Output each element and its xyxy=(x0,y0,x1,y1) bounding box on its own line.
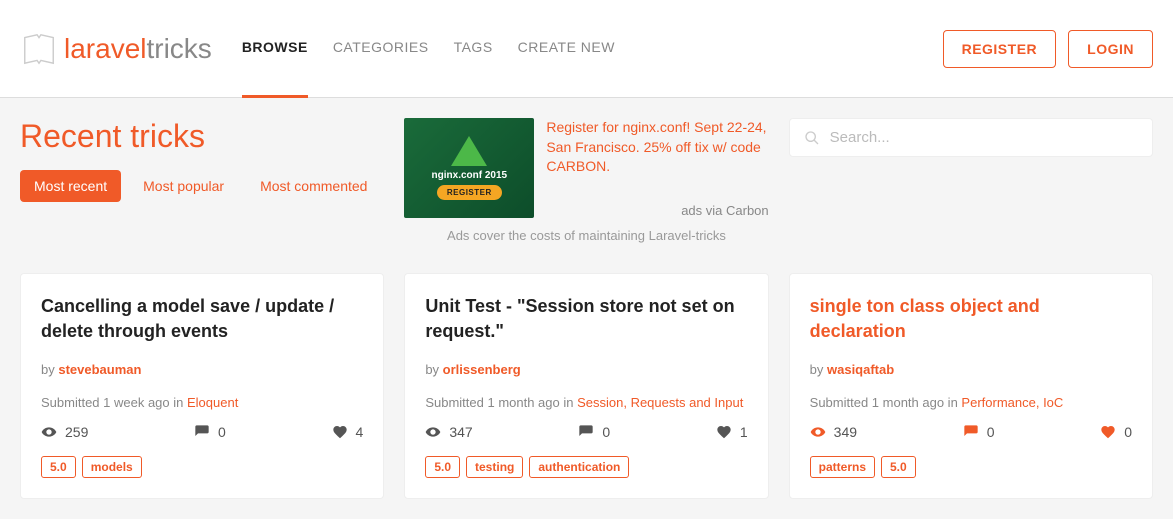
ad-link-text[interactable]: Register for nginx.conf! Sept 22-24, San… xyxy=(546,118,768,177)
likes-stat: 0 xyxy=(1100,424,1132,440)
ad-block[interactable]: nginx.conf 2015 REGISTER Register for ng… xyxy=(404,118,768,218)
comments-stat: 0 xyxy=(194,424,226,440)
ad-conf-text: nginx.conf 2015 xyxy=(432,170,508,181)
ad-via-text[interactable]: ads via Carbon xyxy=(546,203,768,218)
cards-grid: Cancelling a model save / update / delet… xyxy=(20,273,1153,499)
filter-most-commented[interactable]: Most commented xyxy=(246,170,381,202)
tag[interactable]: 5.0 xyxy=(41,456,76,478)
trick-card[interactable]: Unit Test - "Session store not set on re… xyxy=(404,273,768,499)
filter-tabs: Most recent Most popular Most commented xyxy=(20,170,384,202)
trick-card[interactable]: Cancelling a model save / update / delet… xyxy=(20,273,384,499)
comment-icon xyxy=(194,424,210,440)
header-right: REGISTER LOGIN xyxy=(943,30,1153,68)
card-author-line: by orlissenberg xyxy=(425,362,747,377)
card-stats: 259 0 4 xyxy=(41,424,363,440)
logo-main: laravel xyxy=(64,33,146,65)
views-stat: 347 xyxy=(425,424,472,440)
card-category[interactable]: Eloquent xyxy=(187,395,238,410)
logo-sub: tricks xyxy=(146,33,211,65)
nav-categories[interactable]: CATEGORIES xyxy=(333,0,429,98)
logo[interactable]: laraveltricks xyxy=(20,30,212,68)
card-stats: 347 0 1 xyxy=(425,424,747,440)
card-stats: 349 0 0 xyxy=(810,424,1132,440)
comments-stat: 0 xyxy=(963,424,995,440)
book-icon xyxy=(20,30,58,68)
main-container: Recent tricks Most recent Most popular M… xyxy=(0,98,1173,519)
comments-stat: 0 xyxy=(578,424,610,440)
header: laraveltricks BROWSE CATEGORIES TAGS CRE… xyxy=(0,0,1173,98)
search-icon xyxy=(804,130,820,146)
heart-icon xyxy=(1100,424,1116,440)
search-input[interactable] xyxy=(830,129,1138,146)
login-button[interactable]: LOGIN xyxy=(1068,30,1153,68)
search-box[interactable] xyxy=(789,118,1153,157)
ad-section: nginx.conf 2015 REGISTER Register for ng… xyxy=(404,118,768,243)
tag[interactable]: authentication xyxy=(529,456,629,478)
tag[interactable]: patterns xyxy=(810,456,875,478)
page-title: Recent tricks xyxy=(20,118,384,155)
eye-icon xyxy=(41,424,57,440)
views-stat: 349 xyxy=(810,424,857,440)
eye-icon xyxy=(810,424,826,440)
tag[interactable]: testing xyxy=(466,456,523,478)
main-nav: BROWSE CATEGORIES TAGS CREATE NEW xyxy=(242,0,615,98)
filter-most-popular[interactable]: Most popular xyxy=(129,170,238,202)
likes-stat: 4 xyxy=(332,424,364,440)
nav-tags[interactable]: TAGS xyxy=(454,0,493,98)
card-tags: 5.0 testing authentication xyxy=(425,456,747,478)
views-stat: 259 xyxy=(41,424,88,440)
title-section: Recent tricks Most recent Most popular M… xyxy=(20,118,384,202)
likes-stat: 1 xyxy=(716,424,748,440)
tag[interactable]: 5.0 xyxy=(881,456,916,478)
card-category[interactable]: Performance, IoC xyxy=(961,395,1063,410)
card-tags: 5.0 models xyxy=(41,456,363,478)
trick-card[interactable]: single ton class object and declaration … xyxy=(789,273,1153,499)
card-category[interactable]: Session, Requests and Input xyxy=(577,395,743,410)
tag[interactable]: models xyxy=(82,456,142,478)
card-title[interactable]: Cancelling a model save / update / delet… xyxy=(41,294,363,344)
card-title[interactable]: single ton class object and declaration xyxy=(810,294,1132,344)
filter-most-recent[interactable]: Most recent xyxy=(20,170,121,202)
card-title[interactable]: Unit Test - "Session store not set on re… xyxy=(425,294,747,344)
card-meta: Submitted 1 month ago in Session, Reques… xyxy=(425,395,747,410)
ad-text-block: Register for nginx.conf! Sept 22-24, San… xyxy=(546,118,768,218)
heart-icon xyxy=(332,424,348,440)
comment-icon xyxy=(578,424,594,440)
heart-icon xyxy=(716,424,732,440)
card-author[interactable]: stevebauman xyxy=(58,362,141,377)
eye-icon xyxy=(425,424,441,440)
nav-create-new[interactable]: CREATE NEW xyxy=(518,0,615,98)
header-left: laraveltricks BROWSE CATEGORIES TAGS CRE… xyxy=(20,0,615,98)
card-author[interactable]: orlissenberg xyxy=(443,362,521,377)
card-meta: Submitted 1 month ago in Performance, Io… xyxy=(810,395,1132,410)
card-meta: Submitted 1 week ago in Eloquent xyxy=(41,395,363,410)
card-tags: patterns 5.0 xyxy=(810,456,1132,478)
ad-footer: Ads cover the costs of maintaining Larav… xyxy=(404,228,768,243)
register-button[interactable]: REGISTER xyxy=(943,30,1057,68)
card-author[interactable]: wasiqaftab xyxy=(827,362,894,377)
ad-register-badge: REGISTER xyxy=(437,185,502,200)
nav-browse[interactable]: BROWSE xyxy=(242,0,308,98)
card-author-line: by wasiqaftab xyxy=(810,362,1132,377)
tag[interactable]: 5.0 xyxy=(425,456,460,478)
top-row: Recent tricks Most recent Most popular M… xyxy=(20,118,1153,243)
ad-image: nginx.conf 2015 REGISTER xyxy=(404,118,534,218)
comment-icon xyxy=(963,424,979,440)
card-author-line: by stevebauman xyxy=(41,362,363,377)
